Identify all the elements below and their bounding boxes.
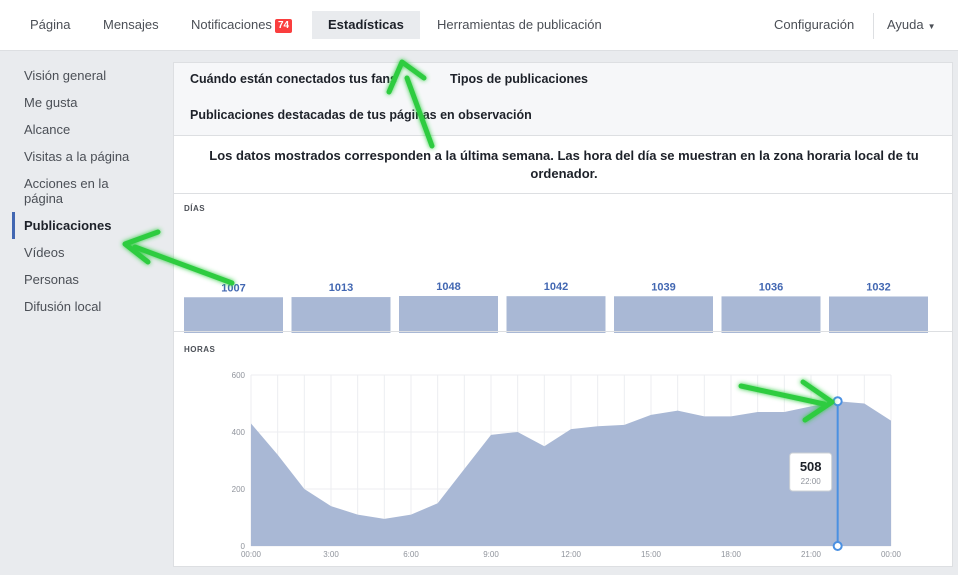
highlight-point-bottom <box>832 541 843 551</box>
hours-section-label: HORAS <box>184 345 216 354</box>
divider <box>174 193 952 194</box>
y-tick-label: 400 <box>232 428 246 437</box>
days-section-label: DÍAS <box>184 204 206 213</box>
day-value-label: 1048 <box>436 281 460 293</box>
sidebar-item-videos[interactable]: Vídeos <box>12 239 162 266</box>
sidebar-item-vision-general[interactable]: Visión general <box>12 62 162 89</box>
subtab-cuando-conectados[interactable]: Cuándo están conectados tus fans <box>190 72 397 86</box>
sidebar-item-difusion-local[interactable]: Difusión local <box>12 293 162 320</box>
day-value-label: 1007 <box>221 282 245 294</box>
tooltip-value: 508 <box>800 459 822 474</box>
day-value-label: 1042 <box>544 281 568 293</box>
tab-pagina[interactable]: Página <box>30 0 70 50</box>
tab-ayuda[interactable]: Ayuda ▼ <box>887 0 936 50</box>
day-value-label: 1036 <box>759 281 783 293</box>
tab-notificaciones-label: Notificaciones <box>191 17 272 32</box>
sidebar: Visión general Me gusta Alcance Visitas … <box>12 62 162 320</box>
sidebar-item-me-gusta[interactable]: Me gusta <box>12 89 162 116</box>
y-tick-label: 600 <box>232 371 246 380</box>
x-tick-label: 3:00 <box>323 550 339 559</box>
x-tick-label: 00:00 <box>241 550 262 559</box>
x-tick-label: 6:00 <box>403 550 419 559</box>
sidebar-item-acciones[interactable]: Acciones en la página <box>12 170 131 212</box>
x-tick-label: 00:00 <box>881 550 902 559</box>
caret-down-icon: ▼ <box>927 22 936 31</box>
day-bar <box>829 296 928 333</box>
subtabs: Cuándo están conectados tus fans Tipos d… <box>174 63 952 136</box>
subtab-publicaciones-destacadas[interactable]: Publicaciones destacadas de tus páginas … <box>190 108 532 122</box>
x-tick-label: 15:00 <box>641 550 662 559</box>
day-bar <box>721 296 821 333</box>
tab-notificaciones[interactable]: Notificaciones 74 <box>191 0 293 50</box>
sidebar-item-publicaciones[interactable]: Publicaciones <box>12 212 162 239</box>
x-tick-label: 21:00 <box>801 550 822 559</box>
y-tick-label: 200 <box>232 485 246 494</box>
highlight-point-top <box>832 396 843 407</box>
day-bar <box>506 296 606 333</box>
sidebar-item-alcance[interactable]: Alcance <box>12 116 162 143</box>
timezone-notice: Los datos mostrados corresponden a la úl… <box>209 148 919 181</box>
top-navigation: Página Mensajes Notificaciones 74 Estadís… <box>0 0 958 51</box>
day-value-label: 1039 <box>651 281 675 293</box>
x-tick-label: 18:00 <box>721 550 742 559</box>
sidebar-item-visitas[interactable]: Visitas a la página <box>12 143 162 170</box>
main-panel: Cuándo están conectados tus fans Tipos d… <box>173 62 953 567</box>
tab-estadisticas[interactable]: Estadísticas <box>312 11 420 39</box>
x-tick-label: 9:00 <box>483 550 499 559</box>
notification-count-badge: 74 <box>274 19 293 33</box>
nav-separator <box>873 13 874 39</box>
tooltip-time: 22:00 <box>801 477 822 486</box>
sidebar-item-personas[interactable]: Personas <box>12 266 162 293</box>
days-bar-chart: 1007lun1013mar1048mié1042jue1039vie1036s… <box>184 281 928 333</box>
day-value-label: 1032 <box>866 281 890 293</box>
divider <box>174 331 952 332</box>
day-bar <box>184 297 283 333</box>
x-tick-label: 12:00 <box>561 550 582 559</box>
day-value-label: 1013 <box>329 282 353 294</box>
day-bar <box>291 297 391 333</box>
day-bar <box>399 296 498 333</box>
hours-area-chart: 020040060000:00 3:00 6:00 9:00 12:00 15:00 18:… <box>232 371 902 559</box>
tab-ayuda-label: Ayuda <box>887 17 924 32</box>
tab-herramientas-publicacion[interactable]: Herramientas de publicación <box>437 0 602 50</box>
subtab-tipos-publicaciones[interactable]: Tipos de publicaciones <box>450 72 588 86</box>
tab-mensajes[interactable]: Mensajes <box>103 0 159 50</box>
tab-configuracion[interactable]: Configuración <box>774 0 854 50</box>
day-bar <box>614 296 713 333</box>
